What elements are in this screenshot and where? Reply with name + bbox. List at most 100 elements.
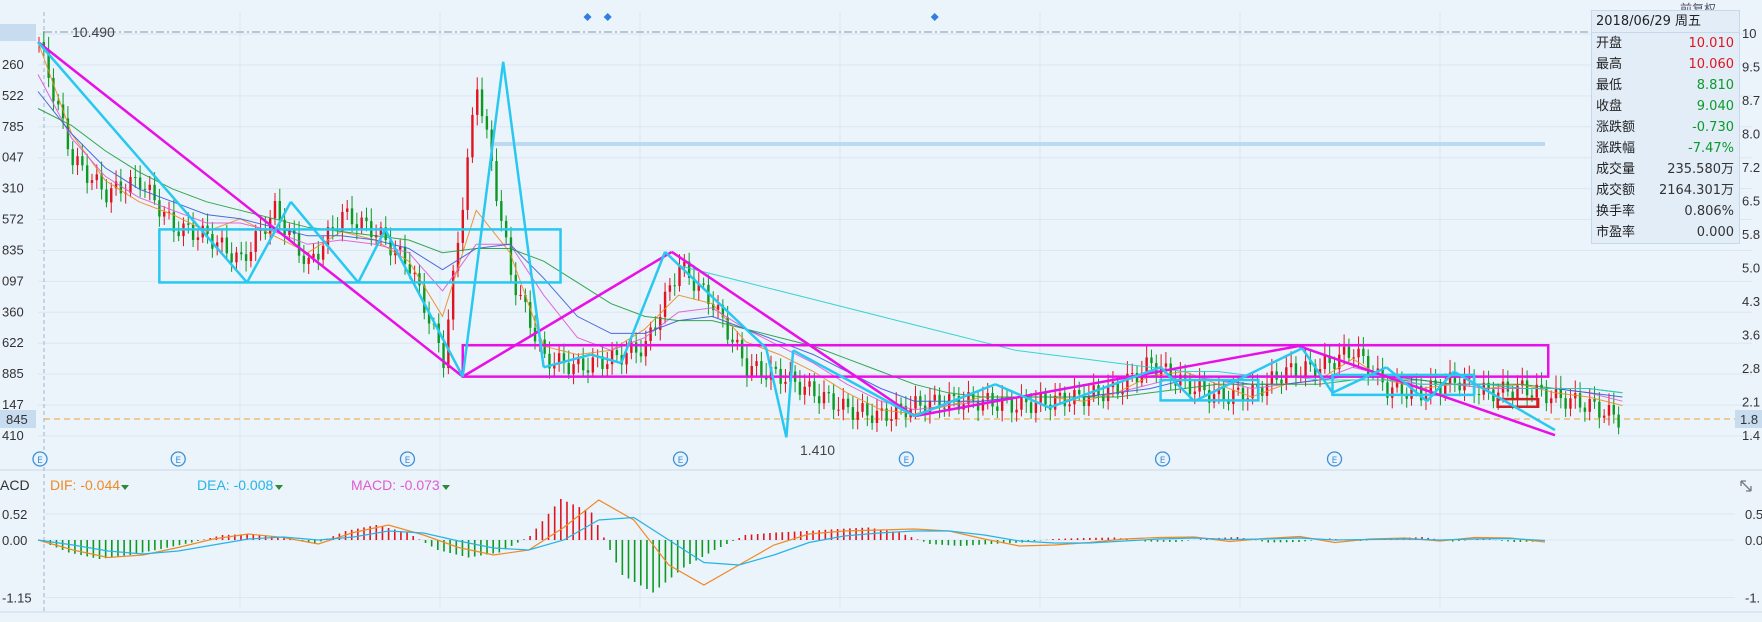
candle-down bbox=[586, 370, 590, 373]
candle-down bbox=[57, 100, 60, 105]
high-label-bg bbox=[0, 24, 36, 41]
macd-macd-label: MACD: -0.073 bbox=[351, 477, 440, 493]
price-tick-left: 410 bbox=[2, 428, 24, 443]
candle-up bbox=[755, 361, 758, 366]
info-value: -0.730 bbox=[1692, 120, 1734, 135]
price-tick-left: 147 bbox=[2, 397, 24, 412]
candle-up bbox=[803, 386, 806, 395]
candle-up bbox=[750, 365, 753, 377]
info-label: 最高 bbox=[1596, 57, 1623, 72]
info-row: 换手率 0.806% bbox=[1592, 201, 1739, 222]
price-tick-right: 5.8 bbox=[1742, 227, 1760, 242]
candle-up bbox=[1289, 363, 1293, 368]
candle-down bbox=[731, 339, 734, 343]
event-marker-glyph: E bbox=[1332, 456, 1338, 466]
candle-down bbox=[105, 189, 108, 203]
candle-up bbox=[784, 381, 787, 384]
info-label: 换手率 bbox=[1596, 204, 1636, 219]
info-value: 235.580万 bbox=[1667, 162, 1734, 177]
candle-down bbox=[1366, 355, 1370, 376]
candle-up bbox=[235, 252, 238, 263]
candle-up bbox=[1391, 387, 1394, 398]
candle-up bbox=[519, 294, 522, 296]
candle-down bbox=[1477, 394, 1481, 396]
candle-down bbox=[500, 201, 503, 221]
info-row: 收盘 9.040 bbox=[1592, 96, 1739, 117]
info-value: 10.060 bbox=[1688, 57, 1735, 72]
candle-down bbox=[1010, 398, 1014, 413]
info-rows: 开盘 10.010 最高 10.060 最低 8.810 收盘 9.040 涨跌额 -0.730 涨… bbox=[1592, 33, 1739, 243]
candle-up bbox=[249, 251, 253, 261]
candle-up bbox=[678, 266, 681, 287]
candle-down bbox=[774, 366, 778, 369]
price-tick-right: 8.0 bbox=[1742, 127, 1760, 142]
candle-up bbox=[890, 419, 893, 421]
event-marker-glyph: E bbox=[175, 456, 181, 466]
candle-up bbox=[1323, 355, 1327, 370]
candle-up bbox=[1068, 404, 1071, 407]
candle-up bbox=[822, 392, 826, 404]
info-label: 最低 bbox=[1596, 78, 1623, 93]
candle-up bbox=[398, 246, 402, 250]
candle-down bbox=[673, 285, 676, 287]
price-tick-right: 10 bbox=[1742, 26, 1756, 41]
candle-down bbox=[240, 252, 243, 255]
candle-down bbox=[480, 89, 484, 117]
chart-stage: 7672605227850473105728350973606228851474… bbox=[0, 0, 1762, 618]
candle-up bbox=[1569, 398, 1572, 409]
price-tick-right: 7.2 bbox=[1742, 160, 1760, 175]
high-price-label: 10.490 bbox=[72, 24, 115, 40]
candle-down bbox=[423, 285, 426, 313]
candle-up bbox=[1034, 402, 1038, 413]
candle-up bbox=[1304, 361, 1307, 376]
info-date: 2018/06/29 周五 bbox=[1592, 11, 1739, 33]
info-row: 涨跌幅 -7.47% bbox=[1592, 138, 1739, 159]
price-tick-left: 835 bbox=[2, 242, 24, 257]
chart-svg: 7672605227850473105728350973606228851474… bbox=[0, 0, 1762, 618]
event-marker-glyph: E bbox=[37, 456, 43, 466]
candle-up bbox=[856, 411, 859, 420]
candle-down bbox=[1078, 389, 1081, 395]
candle-up bbox=[1145, 357, 1148, 373]
info-label: 开盘 bbox=[1596, 36, 1623, 51]
candle-up bbox=[1087, 396, 1091, 407]
candle-down bbox=[870, 415, 874, 424]
info-panel: 2018/06/29 周五 开盘 10.010 最高 10.060 最低 8.810 收盘 9… bbox=[1591, 10, 1740, 244]
candle-down bbox=[1222, 387, 1225, 400]
candle-up bbox=[129, 177, 132, 193]
info-label: 收盘 bbox=[1596, 99, 1623, 114]
candle-down bbox=[1598, 401, 1601, 418]
price-tick-right: 1.4 bbox=[1742, 428, 1760, 443]
macd-tick-left: 0.00 bbox=[2, 533, 27, 548]
candle-down bbox=[71, 149, 74, 166]
candle-up bbox=[273, 200, 277, 219]
candle-up bbox=[413, 273, 416, 275]
candle-down bbox=[1150, 357, 1153, 364]
candle-up bbox=[1232, 389, 1235, 404]
info-value: 2164.301万 bbox=[1658, 183, 1734, 198]
info-row: 市盈率 0.000 bbox=[1592, 222, 1739, 243]
candle-down bbox=[442, 342, 445, 369]
candle-up bbox=[736, 339, 739, 343]
candle-down bbox=[119, 181, 123, 194]
candle-down bbox=[85, 165, 89, 183]
candle-up bbox=[1236, 387, 1240, 390]
candle-down bbox=[827, 392, 831, 394]
candle-down bbox=[350, 208, 354, 225]
event-marker-glyph: E bbox=[678, 456, 684, 466]
price-tick-right: 2.1 bbox=[1742, 395, 1760, 410]
candle-up bbox=[307, 257, 310, 264]
info-value: 10.010 bbox=[1688, 36, 1735, 51]
candle-down bbox=[1564, 398, 1567, 409]
price-tick-right: 6.5 bbox=[1742, 194, 1760, 209]
current-price-right: 1.8 bbox=[1740, 412, 1758, 427]
candle-down bbox=[952, 394, 956, 397]
candle-down bbox=[1280, 379, 1283, 384]
candle-down bbox=[740, 339, 744, 359]
candle-down bbox=[1612, 405, 1615, 415]
candle-down bbox=[1333, 363, 1336, 370]
candle-down bbox=[832, 393, 835, 410]
price-tick-right: 4.3 bbox=[1742, 294, 1760, 309]
candle-down bbox=[302, 255, 306, 264]
candle-up bbox=[1549, 398, 1553, 404]
